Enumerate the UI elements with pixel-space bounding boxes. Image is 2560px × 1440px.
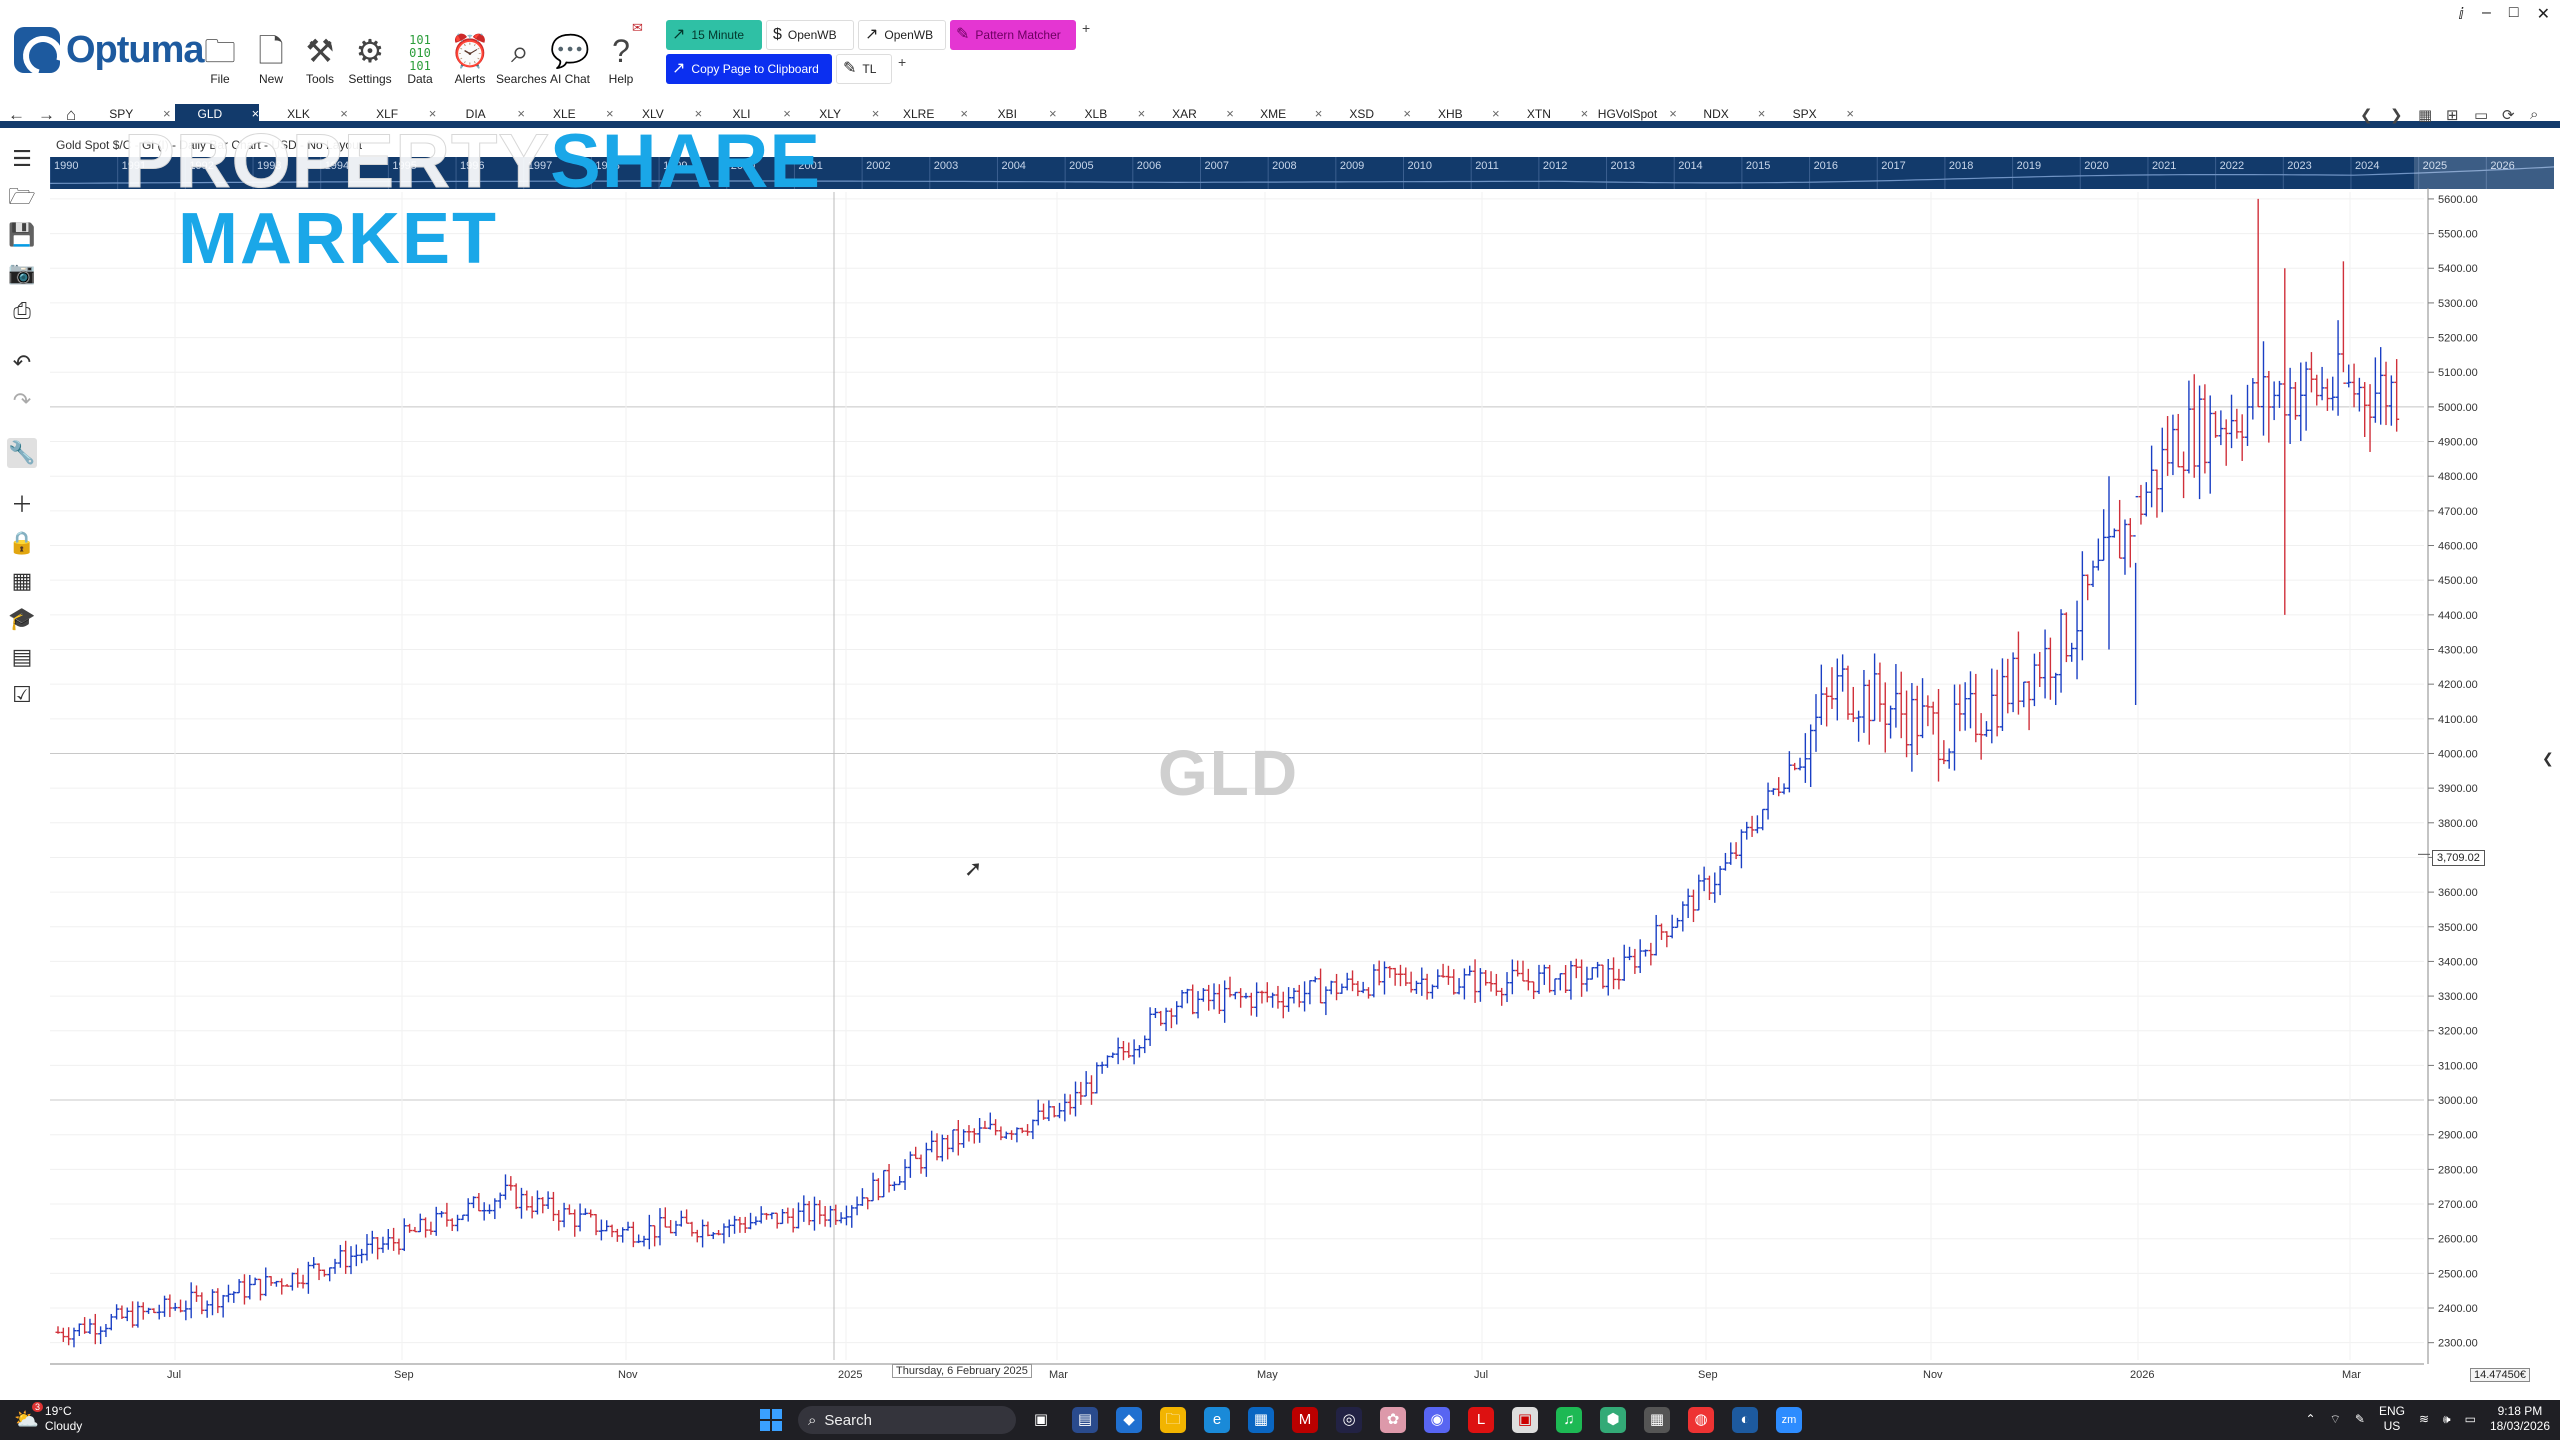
scale-tag[interactable]: 14.47450€	[2470, 1368, 2530, 1382]
optuma-window: Optuma 🗀 File 🗋 New ⚒ Tools ⚙ Settings 1…	[0, 0, 2560, 1440]
weather-badge: 3	[32, 1402, 44, 1412]
y-tick-label: 5400.00	[2438, 263, 2478, 275]
clock[interactable]: 9:18 PM 18/03/2026	[2490, 1404, 2550, 1434]
overlay-brand-line2: MARKET	[178, 199, 498, 279]
mouse-pointer-icon: ➚	[964, 856, 983, 881]
y-tick-label: 5000.00	[2438, 402, 2478, 414]
weather-temp: 19°C	[44, 1404, 72, 1418]
y-tick-label: 2300.00	[2438, 1338, 2478, 1350]
weather-desc: Cloudy	[44, 1419, 83, 1433]
search-icon: ⌕	[808, 1411, 817, 1429]
time-text: 9:18 PM	[2497, 1404, 2543, 1418]
y-tick-label: 3300.00	[2438, 991, 2478, 1003]
task-view-icon[interactable]: ▣	[1028, 1407, 1054, 1433]
zoom-icon[interactable]: zm	[1776, 1407, 1802, 1433]
x-tick-label: 2026	[2130, 1369, 2154, 1381]
y-tick-label: 5300.00	[2438, 298, 2478, 310]
y-tick-label: 2600.00	[2438, 1234, 2478, 1246]
x-tick-label: Nov	[618, 1369, 638, 1381]
x-tick-label: Jul	[167, 1369, 181, 1381]
chevron-up-icon[interactable]: ⌃	[2306, 1412, 2316, 1426]
y-tick-label: 3000.00	[2438, 1095, 2478, 1107]
calculator-icon[interactable]: ▦	[1644, 1407, 1670, 1433]
mcafee-icon[interactable]: M	[1292, 1407, 1318, 1433]
language-indicator[interactable]: ENG US	[2379, 1404, 2405, 1434]
windows-start-button[interactable]	[760, 1409, 782, 1431]
symbol-watermark: GLD	[1158, 737, 1300, 809]
y-tick-label: 2400.00	[2438, 1303, 2478, 1315]
x-tick-label: Nov	[1923, 1369, 1943, 1381]
app-icon-5[interactable]: ⬢	[1600, 1407, 1626, 1433]
copilot-icon[interactable]: ◆	[1116, 1407, 1142, 1433]
x-tick-label: Sep	[1698, 1369, 1718, 1381]
app-icon-4[interactable]: ▣	[1512, 1407, 1538, 1433]
y-tick-label: 4800.00	[2438, 471, 2478, 483]
spotify-icon[interactable]: ♫	[1556, 1407, 1582, 1433]
y-tick-label: 4100.00	[2438, 714, 2478, 726]
optuma-taskbar-icon[interactable]: ◐	[1732, 1407, 1758, 1433]
y-tick-label: 4700.00	[2438, 506, 2478, 518]
lang-text: ENG	[2378, 1404, 2405, 1418]
wifi-icon[interactable]: ≋	[2419, 1412, 2429, 1426]
y-tick-label: 5500.00	[2438, 229, 2478, 241]
y-tick-label: 4400.00	[2438, 610, 2478, 622]
y-tick-label: 4000.00	[2438, 748, 2478, 760]
overlay-brand-line1: PROPERTYSHARE	[123, 118, 822, 205]
volume-icon[interactable]: 🕪	[2443, 1412, 2451, 1427]
x-tick-label: May	[1257, 1369, 1278, 1381]
taskbar-search-label: Search	[824, 1411, 872, 1429]
taskbar-search[interactable]: ⌕ Search	[798, 1406, 1016, 1434]
y-tick-label: 3600.00	[2438, 887, 2478, 899]
app-icon-l[interactable]: L	[1468, 1407, 1494, 1433]
x-tick-label: Mar	[1049, 1369, 1068, 1381]
network-icon[interactable]: ⌔	[2330, 1412, 2341, 1427]
y-tick-label: 2900.00	[2438, 1130, 2478, 1142]
app-icon-2[interactable]: ◎	[1336, 1407, 1362, 1433]
x-tick-label: 2025	[838, 1369, 862, 1381]
date-tooltip: Thursday, 6 February 2025	[892, 1364, 1032, 1378]
price-tag: 3,709.02	[2432, 850, 2485, 866]
region-text: US	[2383, 1419, 2401, 1433]
store-icon[interactable]: ▦	[1248, 1407, 1274, 1433]
battery-icon[interactable]: ▭	[2465, 1412, 2476, 1426]
weather-widget[interactable]: ⛅ 3 19°C Cloudy	[14, 1402, 83, 1434]
y-tick-label: 5200.00	[2438, 333, 2478, 345]
x-tick-label: Sep	[394, 1369, 414, 1381]
app-icon-1[interactable]: ▤	[1072, 1407, 1098, 1433]
panel-toggle-icon[interactable]: ❮	[2542, 750, 2554, 767]
windows-taskbar: ⛅ 3 19°C Cloudy ⌕ Search ▣ ▤ ◆ 🗀 e ▦ M ◎ …	[0, 1400, 2560, 1440]
app-icon-3[interactable]: ✿	[1380, 1407, 1406, 1433]
y-tick-label: 3400.00	[2438, 956, 2478, 968]
y-tick-label: 4300.00	[2438, 644, 2478, 656]
y-tick-label: 2800.00	[2438, 1164, 2478, 1176]
y-tick-label: 5600.00	[2438, 194, 2478, 206]
y-tick-label: 4500.00	[2438, 575, 2478, 587]
y-tick-label: 3200.00	[2438, 1026, 2478, 1038]
date-text: 18/03/2026	[2489, 1419, 2550, 1433]
x-tick-label: Mar	[2342, 1369, 2361, 1381]
system-tray: ⌃ ⌔ ✎ ENG US ≋ 🕪 ▭ 9:18 PM 18/03/2026	[2306, 1404, 2550, 1434]
discord-icon[interactable]: ◉	[1424, 1407, 1450, 1433]
overlay-brand-word-share: SHARE	[550, 119, 822, 204]
y-tick-label: 2500.00	[2438, 1268, 2478, 1280]
overlay-brand-word-property: PROPERTY	[123, 119, 551, 205]
pen-icon[interactable]: ✎	[2355, 1412, 2365, 1426]
x-tick-label: Jul	[1474, 1369, 1488, 1381]
y-tick-label: 3100.00	[2438, 1060, 2478, 1072]
y-tick-label: 4200.00	[2438, 679, 2478, 691]
y-tick-label: 3900.00	[2438, 783, 2478, 795]
y-tick-label: 4600.00	[2438, 541, 2478, 553]
y-tick-label: 3500.00	[2438, 922, 2478, 934]
y-tick-label: 5100.00	[2438, 367, 2478, 379]
chrome-icon[interactable]: ◍	[1688, 1407, 1714, 1433]
y-tick-label: 4900.00	[2438, 437, 2478, 449]
edge-icon[interactable]: e	[1204, 1407, 1230, 1433]
y-tick-label: 2700.00	[2438, 1199, 2478, 1211]
file-explorer-icon[interactable]: 🗀	[1160, 1407, 1186, 1433]
y-tick-label: 3800.00	[2438, 818, 2478, 830]
